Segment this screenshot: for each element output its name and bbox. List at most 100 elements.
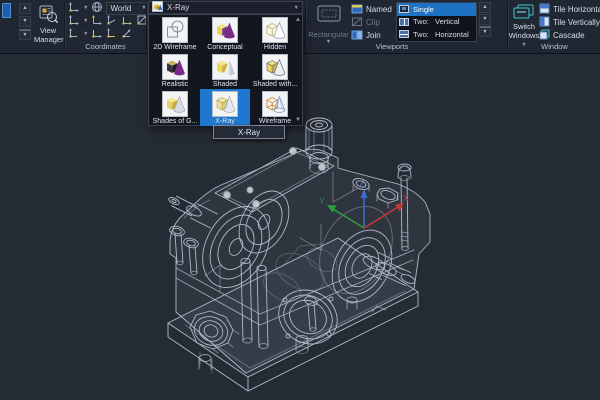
config-prefix: Two: (413, 30, 431, 39)
views-gallery-expand-button[interactable]: ▼ (19, 29, 31, 40)
views-scroll-down-button[interactable]: ▼ (19, 16, 31, 27)
tile-horizontally-button[interactable]: Tile Horizontally (539, 3, 600, 15)
style-tile-hidden[interactable]: Hidden (250, 15, 300, 52)
style-label: X-Ray (215, 118, 234, 125)
ucs-tool-icon[interactable] (106, 27, 118, 41)
ucs-tool-icon[interactable] (121, 27, 133, 41)
style-tile-x-ray[interactable]: X-Ray (200, 89, 250, 126)
view-manager-panel: View Manager (32, 0, 64, 52)
named-viewports-button[interactable]: Named (351, 3, 392, 15)
style-label: Shaded with... (253, 81, 297, 88)
coordinates-panel-label: Coordinates (66, 42, 145, 51)
style-wireframe-icon (262, 91, 288, 117)
visual-style-combo[interactable]: X-Ray ▼ (148, 1, 303, 14)
style-shaded-with-edges-icon (262, 54, 288, 80)
clip-viewport-icon (351, 16, 363, 29)
style-tile-wireframe[interactable]: Wireframe (250, 89, 300, 126)
ucs-icon[interactable] (68, 1, 80, 15)
ucs-tool-icon[interactable] (121, 14, 133, 28)
named-viewports-icon (351, 3, 363, 16)
two-horizontal-icon (399, 30, 409, 38)
ucs-tool-dropdown-arrow[interactable]: ▼ (83, 31, 88, 37)
viewport-list-scroll-down[interactable]: ▼ (479, 14, 491, 25)
style-label: Shades of G... (153, 118, 198, 125)
cascade-button[interactable]: Cascade (539, 29, 585, 41)
style-label: Hidden (264, 44, 286, 51)
config-prefix: Two: (413, 17, 431, 26)
ucs-tool-icon[interactable] (91, 27, 103, 41)
style-tile-shades-of-gray[interactable]: Shades of G... (150, 89, 200, 126)
world-combo[interactable]: World ▼ (106, 2, 150, 15)
style-label: Realistic (162, 81, 188, 88)
rectangular-viewport-icon (316, 11, 342, 28)
ucs-dropdown-arrow[interactable]: ▼ (83, 5, 88, 11)
clip-viewport-button[interactable]: Clip (351, 16, 380, 28)
visual-style-combo-icon (152, 1, 163, 14)
rectangular-label: Rectangular (308, 30, 349, 39)
view-thumbnail-selected[interactable] (2, 3, 11, 18)
switch-windows-button[interactable]: Switch Windows ▼ (510, 2, 538, 44)
tile-vertically-label: Tile Vertically (553, 18, 600, 27)
viewport-configuration-list: Single Two: Vertical Two: Horizontal (396, 2, 477, 42)
world-combo-value: World (110, 4, 131, 13)
style-label: Shaded (213, 81, 237, 88)
style-realistic-icon (162, 54, 188, 80)
config-label: Vertical (435, 17, 460, 26)
gallery-expand[interactable]: ▼ (295, 117, 301, 123)
style-label: Wireframe (259, 118, 291, 125)
style-hidden-icon (262, 17, 288, 43)
viewport-config-two-vertical[interactable]: Two: Vertical (397, 16, 476, 29)
single-viewport-icon (399, 5, 409, 13)
window-panel: Switch Windows ▼ Tile Horizontally Tile … (509, 0, 600, 52)
viewports-panel: Rectangular ▼ Named Clip Join Single (307, 0, 505, 52)
ucs-tool-icon[interactable] (106, 14, 118, 28)
viewport-list-expand[interactable]: ▼ (479, 26, 491, 37)
style-tooltip-text: X-Ray (238, 128, 260, 137)
coordinates-panel: ▼ World ▼ ▼ ▼ (66, 0, 145, 52)
join-viewports-button[interactable]: Join (351, 29, 381, 41)
tile-vertical-icon (539, 16, 550, 29)
style-tile-2d-wireframe[interactable]: 2D Wireframe (150, 15, 200, 52)
panel-separator (146, 2, 147, 50)
style-conceptual-icon (212, 17, 238, 43)
panel-separator (64, 2, 65, 50)
ucs-world-icon[interactable] (91, 1, 103, 15)
panel-separator (305, 2, 306, 50)
style-2d-wireframe-icon (162, 17, 188, 43)
join-viewports-icon (351, 29, 363, 42)
viewport-config-single[interactable]: Single (397, 3, 476, 16)
cascade-icon (539, 29, 550, 42)
viewport-list-scroll-up[interactable]: ▲ (479, 2, 491, 13)
window-panel-label: Window (509, 42, 600, 51)
join-viewports-label: Join (366, 31, 381, 40)
viewport-config-two-horizontal[interactable]: Two: Horizontal (397, 28, 476, 41)
views-panel-partial: ▲ ▼ ▼ (0, 0, 32, 52)
ucs-tool-dropdown-arrow[interactable]: ▼ (83, 18, 88, 24)
style-x-ray-icon (212, 91, 238, 117)
style-label: 2D Wireframe (153, 44, 196, 51)
style-tile-realistic[interactable]: Realistic (150, 52, 200, 89)
cascade-label: Cascade (553, 31, 585, 40)
view-manager-button[interactable]: View Manager (34, 2, 62, 50)
ucs-tool-icon[interactable] (68, 27, 80, 41)
viewports-panel-label: Viewports (307, 42, 477, 51)
ucs-tool-icon[interactable] (68, 14, 80, 28)
config-label: Horizontal (435, 30, 469, 39)
tile-horizontal-icon (539, 3, 550, 16)
two-vertical-icon (399, 18, 409, 26)
rectangular-viewport-button[interactable]: Rectangular ▼ (308, 2, 349, 44)
style-tile-shaded[interactable]: Shaded (200, 52, 250, 89)
style-shades-of-gray-icon (162, 91, 188, 117)
visual-style-combo-value: X-Ray (167, 3, 189, 12)
config-label: Single (413, 5, 434, 14)
tile-vertically-button[interactable]: Tile Vertically (539, 16, 600, 28)
gallery-scroll-up[interactable]: ▲ (295, 17, 301, 23)
style-tile-conceptual[interactable]: Conceptual (200, 15, 250, 52)
tile-horizontally-label: Tile Horizontally (553, 5, 600, 14)
ucs-tool-icon[interactable] (91, 14, 103, 28)
style-shaded-icon (212, 54, 238, 80)
style-tile-shaded-with-edges[interactable]: Shaded with... (250, 52, 300, 89)
clip-viewport-label: Clip (366, 18, 380, 27)
visual-styles-gallery: ▲ ▼ 2D Wireframe Conceptual Hidden Reali… (148, 14, 303, 126)
views-scroll-up-button[interactable]: ▲ (19, 3, 31, 14)
